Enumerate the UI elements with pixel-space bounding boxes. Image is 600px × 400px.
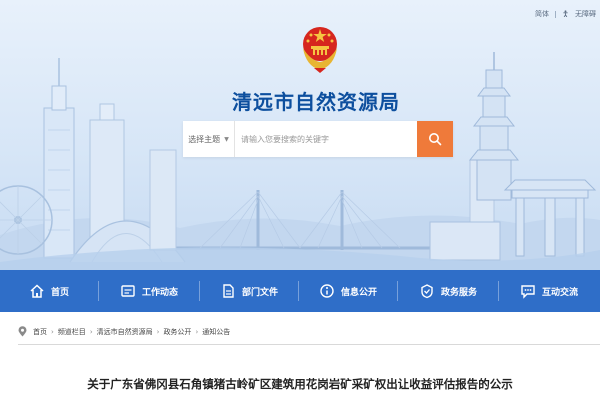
info-icon bbox=[320, 284, 334, 298]
chevron-down-icon: ▼ bbox=[224, 135, 229, 143]
breadcrumb-item-gov-affairs[interactable]: 政务公开 bbox=[163, 327, 191, 337]
chevron-right-icon: › bbox=[156, 327, 160, 336]
nav-item-department-files[interactable]: 部门文件 bbox=[200, 270, 298, 312]
nav-item-home[interactable]: 首页 bbox=[0, 270, 98, 312]
nav-item-interaction[interactable]: 互动交流 bbox=[499, 270, 599, 312]
article-title: 关于广东省佛冈县石角镇猪古岭矿区建筑用花岗岩矿采矿权出让收益评估报告的公示 bbox=[87, 377, 513, 391]
location-pin-icon bbox=[18, 326, 27, 337]
search-bar: 选择主题 ▼ bbox=[183, 121, 453, 157]
nav-item-work-news[interactable]: 工作动态 bbox=[99, 270, 199, 312]
nav-item-label: 工作动态 bbox=[141, 287, 178, 298]
search-icon bbox=[429, 133, 442, 146]
search-scope-label: 选择主题 bbox=[188, 134, 221, 144]
site-title: 清远市自然资源局 bbox=[232, 90, 400, 114]
nav-item-label: 互动交流 bbox=[541, 287, 578, 298]
simplified-chinese-link[interactable]: 简体 bbox=[535, 9, 549, 19]
header-banner: 简体 无障碍 清远市自然资源局 选择主题 ▼ bbox=[0, 0, 600, 270]
accessibility-icon bbox=[562, 9, 569, 19]
accessibility-link[interactable]: 无障碍 bbox=[575, 9, 596, 19]
chevron-right-icon: › bbox=[195, 327, 199, 336]
nav-item-government-services[interactable]: 政务服务 bbox=[398, 270, 498, 312]
main-nav: 首页 工作动态 部门文件 信息公开 政务服务 互动交流 bbox=[0, 270, 600, 312]
chevron-right-icon: › bbox=[51, 327, 54, 336]
document-icon bbox=[223, 284, 234, 298]
work-icon bbox=[121, 285, 135, 297]
national-emblem-logo bbox=[300, 24, 340, 74]
nav-item-label: 首页 bbox=[50, 287, 69, 298]
search-input[interactable] bbox=[235, 121, 417, 157]
breadcrumb: 首页 › 频道栏目 › 清远市自然资源局 › 政务公开 › 通知公告 bbox=[18, 326, 230, 337]
service-icon bbox=[421, 284, 433, 299]
nav-item-label: 政务服务 bbox=[440, 287, 477, 298]
chevron-right-icon: › bbox=[89, 327, 93, 336]
breadcrumb-item-home[interactable]: 首页 bbox=[33, 327, 47, 337]
breadcrumb-item-notices[interactable]: 通知公告 bbox=[202, 327, 230, 337]
nav-item-label: 部门文件 bbox=[241, 287, 278, 298]
breadcrumb-item-bureau[interactable]: 清远市自然资源局 bbox=[97, 327, 153, 337]
top-links: 简体 无障碍 bbox=[535, 9, 596, 19]
search-button[interactable] bbox=[417, 121, 453, 157]
home-icon bbox=[30, 284, 44, 298]
chat-icon bbox=[521, 285, 535, 299]
nav-item-label: 信息公开 bbox=[340, 287, 377, 298]
nav-item-info-disclosure[interactable]: 信息公开 bbox=[299, 270, 397, 312]
divider bbox=[18, 344, 600, 345]
divider bbox=[555, 10, 556, 18]
breadcrumb-item-channel[interactable]: 频道栏目 bbox=[58, 327, 86, 337]
search-scope-dropdown[interactable]: 选择主题 ▼ bbox=[183, 121, 235, 157]
